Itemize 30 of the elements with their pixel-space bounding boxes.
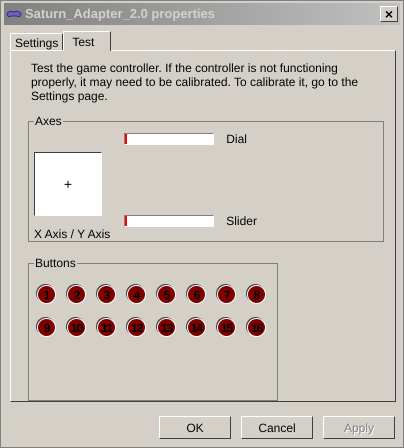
button-indicator: 14 (187, 318, 206, 337)
button-indicator: 8 (247, 285, 266, 304)
button-indicator: 2 (67, 285, 86, 304)
button-indicator: 3 (97, 285, 116, 304)
window-title: Saturn_Adapter_2.0 properties (25, 5, 216, 24)
button-indicator: 12 (127, 318, 146, 337)
gamepad-icon (6, 8, 22, 20)
instructions-text: Test the game controller. If the controller is not functioning properly, it may need to be calibrated. To calibrate it, go to the Settings page. (31, 61, 360, 103)
button-indicator: 5 (157, 285, 176, 304)
tab[interactable]: Test (63, 31, 112, 51)
meter-label: Dial (226, 131, 247, 148)
button-indicator: 1 (37, 285, 56, 304)
meter-label: Slider (226, 213, 257, 230)
axis-label: X Axis / Y Axis (34, 226, 110, 243)
button-indicator: 11 (97, 318, 116, 337)
button-indicator: 6 (187, 285, 206, 304)
tab[interactable]: Settings (10, 33, 64, 50)
button-indicator: 10 (67, 318, 86, 337)
button-indicator: 13 (157, 318, 176, 337)
dialog-button[interactable]: OK (159, 416, 231, 439)
button-indicator: 16 (247, 318, 266, 337)
crosshair: + (64, 177, 72, 191)
close-button[interactable]: × (380, 6, 398, 22)
button-indicator: 7 (217, 285, 236, 304)
group-title: Buttons (34, 256, 77, 270)
button-indicator: 15 (217, 318, 236, 337)
group-title: Axes (34, 114, 63, 128)
dialog-button[interactable]: Cancel (241, 416, 313, 439)
button-indicator: 9 (37, 318, 56, 337)
button-indicator: 4 (127, 285, 146, 304)
